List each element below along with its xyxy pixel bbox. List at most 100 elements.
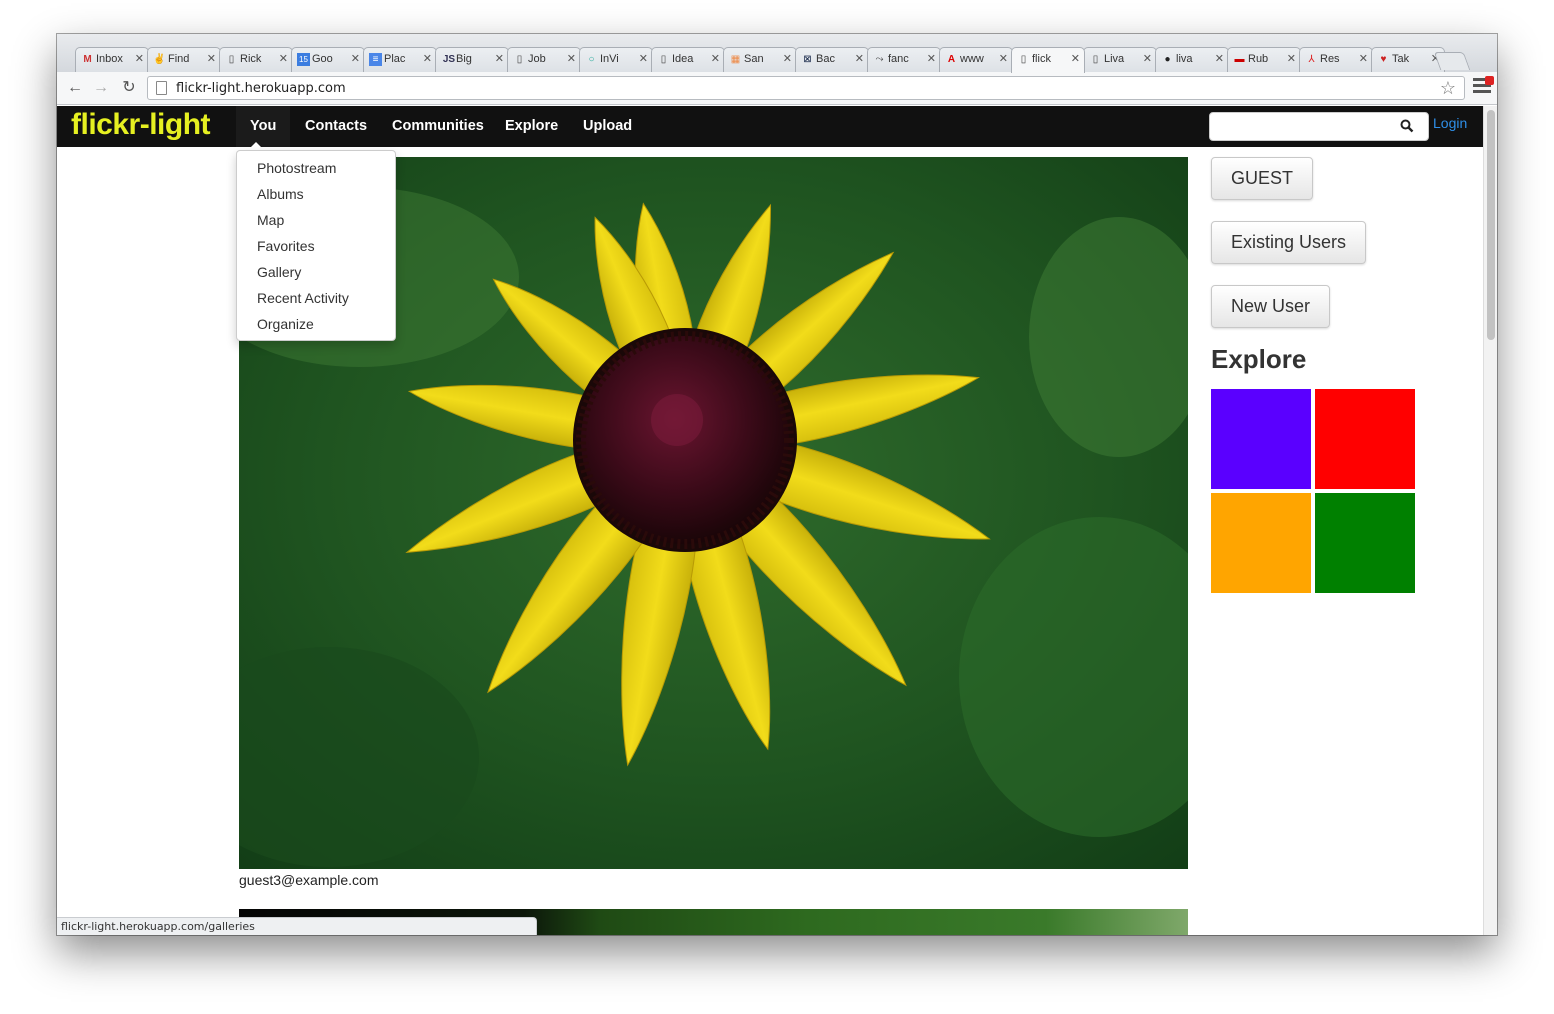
scrollbar-thumb[interactable]: [1487, 110, 1495, 340]
explore-tile[interactable]: [1211, 493, 1311, 593]
tab-label: Bac: [816, 53, 835, 65]
nav-upload[interactable]: Upload: [569, 106, 646, 147]
brand-logo[interactable]: flickr-light: [71, 108, 211, 142]
tab-7[interactable]: ○ InVi ✕: [579, 47, 653, 72]
tab-6[interactable]: ▯ Job ✕: [507, 47, 581, 72]
menu-item-photostream[interactable]: Photostream: [237, 156, 395, 182]
site-navbar: flickr-light You Contacts Communities Ex…: [57, 106, 1483, 148]
tab-10[interactable]: ⊠ Bac ✕: [795, 47, 869, 72]
menu-item-map[interactable]: Map: [237, 208, 395, 234]
new-user-button[interactable]: New User: [1211, 285, 1331, 328]
reload-icon[interactable]: ↻: [119, 78, 139, 98]
tab-label: San: [744, 53, 764, 65]
close-icon[interactable]: ✕: [639, 52, 648, 65]
page-icon: ▯: [1092, 54, 1099, 65]
close-icon[interactable]: ✕: [423, 52, 432, 65]
tab-label: liva: [1176, 53, 1193, 65]
windows-icon: ▦: [730, 54, 741, 65]
close-icon[interactable]: ✕: [855, 52, 864, 65]
tab-label: Big: [456, 53, 472, 65]
page-icon: ▯: [1020, 54, 1027, 65]
tab-label: Res: [1320, 53, 1340, 65]
guest-button[interactable]: GUEST: [1211, 157, 1314, 200]
close-icon[interactable]: ✕: [207, 52, 216, 65]
tab-label: InVi: [600, 53, 619, 65]
url-input[interactable]: [176, 79, 1416, 97]
close-icon[interactable]: ✕: [135, 52, 144, 65]
tab-label: Goo: [312, 53, 333, 65]
menu-item-gallery[interactable]: Gallery: [237, 260, 395, 286]
explore-tile[interactable]: [1211, 389, 1311, 489]
tab-label: fanc: [888, 53, 909, 65]
search-box[interactable]: [1209, 112, 1429, 141]
tab-4[interactable]: ≡ Plac ✕: [363, 47, 437, 72]
browser-window: M Inbox ✕ ✌ Find ✕ ▯ Rick ✕ 15 Goo ✕ ≡ Plac ✕ JS Bi…: [57, 34, 1497, 935]
tab-15[interactable]: ● liva ✕: [1155, 47, 1229, 72]
apple-icon: ♥: [1380, 54, 1387, 65]
new-tab-button[interactable]: [1433, 52, 1471, 70]
address-bar[interactable]: ☆: [147, 76, 1465, 100]
tab-8[interactable]: ▯ Idea ✕: [651, 47, 725, 72]
close-icon[interactable]: ✕: [1143, 52, 1152, 65]
tab-label: Job: [528, 53, 546, 65]
forward-arrow-icon[interactable]: →: [91, 78, 111, 98]
tab-16[interactable]: ▬ Rub ✕: [1227, 47, 1301, 72]
ruby-icon: ▬: [1234, 54, 1245, 65]
login-link[interactable]: Login: [1433, 115, 1467, 131]
close-icon[interactable]: ✕: [1071, 52, 1080, 65]
tab-label: Liva: [1104, 53, 1125, 65]
tab-label: Plac: [384, 53, 406, 65]
menu-item-favorites[interactable]: Favorites: [237, 234, 395, 260]
close-icon[interactable]: ✕: [1215, 52, 1224, 65]
nav-contacts[interactable]: Contacts: [291, 106, 381, 147]
photo-owner-caption[interactable]: guest3@example.com: [239, 872, 379, 888]
close-icon[interactable]: ✕: [567, 52, 576, 65]
close-icon[interactable]: ✕: [999, 52, 1008, 65]
menu-item-albums[interactable]: Albums: [237, 182, 395, 208]
tab-13[interactable]: ▯ flick ✕: [1011, 47, 1085, 73]
menu-item-recent-activity[interactable]: Recent Activity: [237, 286, 395, 312]
tab-18[interactable]: ♥Tak✕: [1371, 47, 1445, 72]
bookmark-star-icon[interactable]: ☆: [1440, 78, 1456, 99]
close-icon[interactable]: ✕: [495, 52, 504, 65]
tab-label: flick: [1032, 53, 1051, 65]
tab-11[interactable]: ⤳ fanc ✕: [867, 47, 941, 72]
adobe-icon: A: [947, 54, 956, 65]
nav-communities[interactable]: Communities: [378, 106, 498, 147]
page-icon: [156, 81, 167, 95]
close-icon[interactable]: ✕: [783, 52, 792, 65]
search-input[interactable]: [1218, 118, 1388, 136]
tab-14[interactable]: ▯ Liva ✕: [1083, 47, 1157, 72]
tab-2[interactable]: ▯ Rick ✕: [219, 47, 293, 72]
nav-explore[interactable]: Explore: [491, 106, 572, 147]
back-arrow-icon[interactable]: ←: [65, 78, 85, 98]
tab-label: Inbox: [96, 53, 123, 65]
close-icon[interactable]: ✕: [351, 52, 360, 65]
tab-label: Rub: [1248, 53, 1269, 65]
tab-17[interactable]: ⅄ Res ✕: [1299, 47, 1373, 72]
close-icon[interactable]: ✕: [711, 52, 720, 65]
search-icon[interactable]: [1400, 119, 1414, 133]
tab-3[interactable]: 15 Goo ✕: [291, 47, 365, 72]
calendar-icon: 15: [297, 53, 310, 66]
explore-tile[interactable]: [1315, 389, 1415, 489]
circle-icon: ○: [588, 54, 595, 65]
close-icon[interactable]: ✕: [1287, 52, 1296, 65]
tab-12[interactable]: Awww ✕: [939, 47, 1013, 72]
chrome-menu-icon[interactable]: [1473, 76, 1494, 96]
pdf-icon: ⅄: [1308, 54, 1315, 65]
tab-0[interactable]: M Inbox ✕: [75, 47, 149, 72]
existing-users-button[interactable]: Existing Users: [1211, 221, 1367, 264]
close-icon[interactable]: ✕: [927, 52, 936, 65]
explore-tile[interactable]: [1315, 493, 1415, 593]
close-icon[interactable]: ✕: [1359, 52, 1368, 65]
tab-label: Find: [168, 53, 190, 65]
menu-item-organize[interactable]: Organize: [237, 312, 395, 338]
page-scrollbar[interactable]: [1483, 106, 1497, 935]
nav-you[interactable]: You: [236, 106, 291, 148]
close-icon[interactable]: ✕: [279, 52, 288, 65]
feather-icon: ⤳: [875, 54, 884, 65]
tab-1[interactable]: ✌ Find ✕: [147, 47, 221, 72]
tab-5[interactable]: JS Big ✕: [435, 47, 509, 72]
tab-9[interactable]: ▦ San ✕: [723, 47, 797, 72]
